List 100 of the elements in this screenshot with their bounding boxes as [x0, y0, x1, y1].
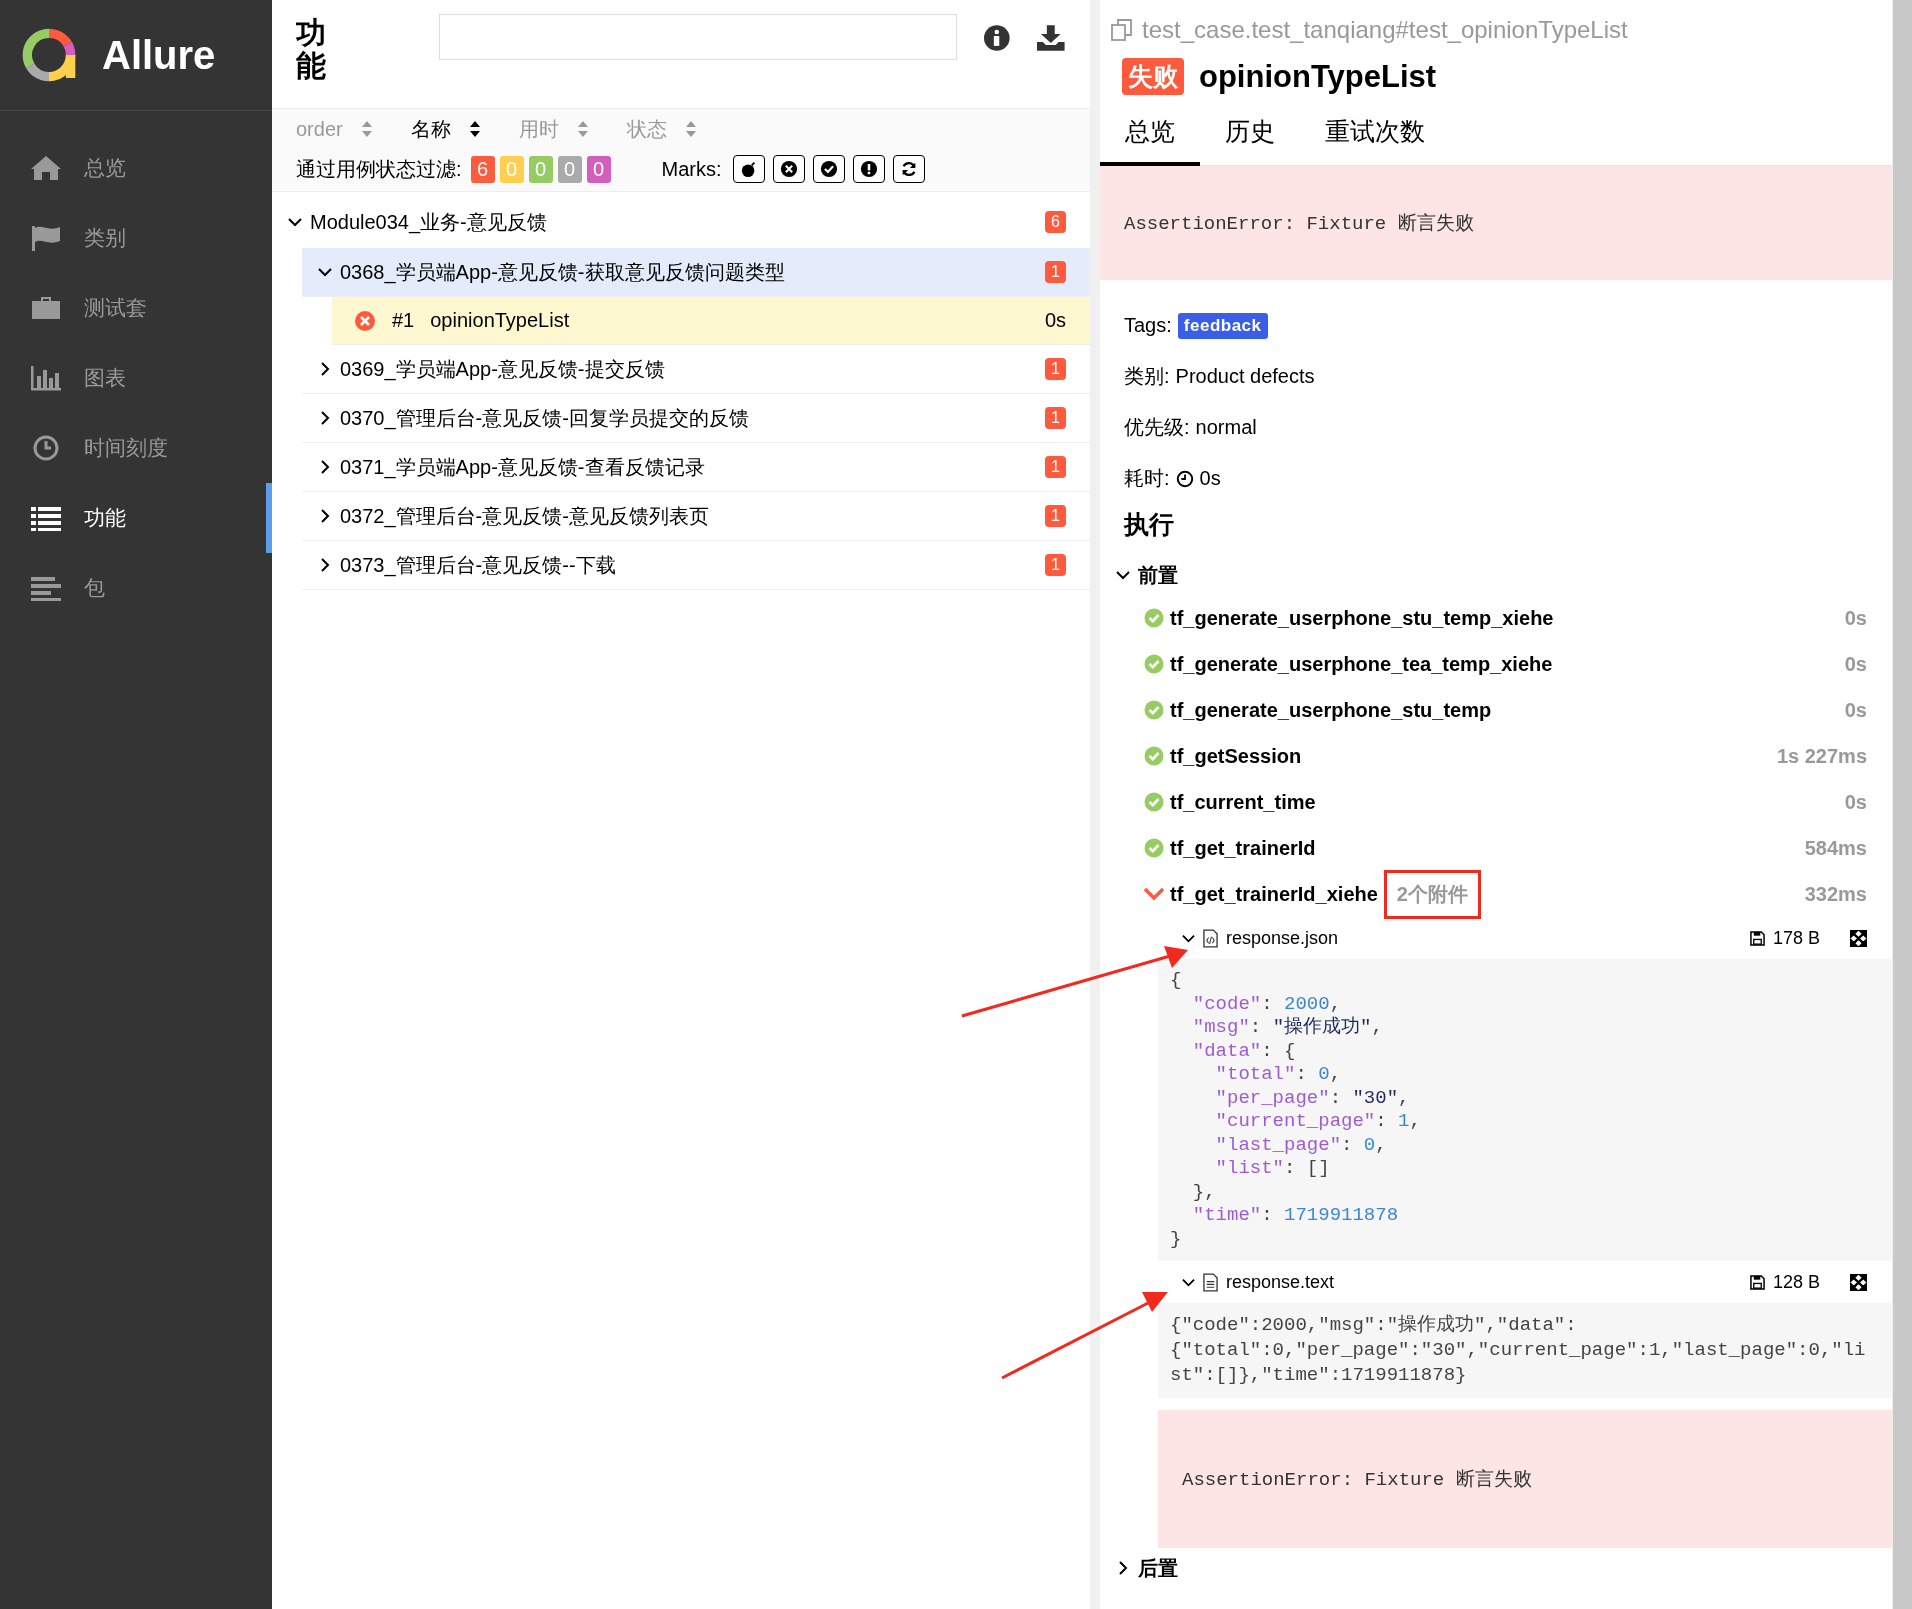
- copy-icon[interactable]: [1110, 18, 1134, 42]
- mark-filter-button[interactable]: [772, 155, 805, 183]
- save-icon[interactable]: [1749, 1274, 1765, 1290]
- test-duration: 0s: [1044, 309, 1066, 332]
- nav-item[interactable]: 时间刻度: [0, 413, 272, 483]
- step-row[interactable]: tf_getSession 1s 227ms: [1100, 733, 1892, 779]
- code-line: "time": 1719911878: [1191, 1204, 1400, 1228]
- section-heading: 执行: [1124, 509, 1175, 540]
- step-duration: 0s: [1844, 698, 1867, 722]
- tab[interactable]: 重试次数: [1300, 107, 1450, 166]
- info-icon[interactable]: [982, 24, 1011, 52]
- search-field[interactable]: [439, 14, 957, 60]
- home-icon: [30, 154, 62, 182]
- step-name: tf_current_time: [1170, 790, 1316, 814]
- nav-item[interactable]: 类别: [0, 203, 272, 273]
- tree-group-row[interactable]: 0370_管理后台-意见反馈-回复学员提交的反馈 1: [302, 394, 1090, 443]
- test-case-row[interactable]: #1 opinionTypeList 0s: [332, 297, 1090, 345]
- step-name: tf_generate_userphone_stu_temp: [1170, 698, 1492, 722]
- step-name: tf_get_trainerId: [1170, 836, 1316, 860]
- code-line: "code": 2000,: [1191, 992, 1343, 1016]
- nav-item[interactable]: 包: [0, 553, 272, 623]
- field-label: 优先级:: [1124, 415, 1190, 440]
- lines-icon: [30, 574, 62, 602]
- code-file-icon: [1203, 928, 1218, 948]
- nav-item[interactable]: 总览: [0, 133, 272, 203]
- step-row[interactable]: tf_generate_userphone_stu_temp_xiehe 0s: [1100, 595, 1892, 641]
- expand-icon[interactable]: [1850, 1273, 1867, 1291]
- count-badge: 1: [1045, 456, 1066, 478]
- count-badge: 1: [1045, 358, 1066, 380]
- code-line: "data": {: [1191, 1039, 1297, 1063]
- error-message: AssertionError: Fixture 断言失败: [1100, 166, 1892, 280]
- test-name: opinionTypeList: [430, 309, 571, 332]
- attachment-count: 2个附件: [1383, 869, 1481, 919]
- bar-chart-icon: [30, 364, 62, 392]
- step-row[interactable]: tf_generate_userphone_tea_temp_xiehe 0s: [1100, 641, 1892, 687]
- logo-text: Allure: [102, 32, 216, 78]
- tree-group-row[interactable]: 0369_学员端App-意见反馈-提交反馈 1: [302, 345, 1090, 394]
- mark-filter-button[interactable]: [852, 155, 885, 183]
- code-line: {: [1170, 969, 1183, 993]
- count-badge: 6: [1045, 211, 1066, 233]
- code-line: }: [1170, 1227, 1183, 1251]
- clock-icon: [1175, 469, 1194, 488]
- sort-header[interactable]: 名称: [410, 115, 481, 143]
- step-duration: 1s 227ms: [1776, 744, 1867, 768]
- step-name: tf_generate_userphone_tea_temp_xiehe: [1170, 652, 1553, 676]
- tab[interactable]: 历史: [1200, 107, 1300, 166]
- expand-icon[interactable]: [1850, 929, 1867, 947]
- text-file-icon: [1203, 1272, 1218, 1292]
- scrollbar[interactable]: [1892, 0, 1912, 1609]
- pane-title: 功能: [296, 16, 326, 82]
- attachment-row[interactable]: response.json 178 B: [1100, 917, 1892, 959]
- filter-label: 通过用例状态过滤:: [296, 156, 462, 182]
- test-full-name: test_case.test_tanqiang#test_opinionTypeList: [1142, 16, 1628, 44]
- nav-item[interactable]: 功能: [0, 483, 272, 553]
- stage-header[interactable]: 后置: [1100, 1548, 1892, 1588]
- check-circle-icon: [819, 160, 838, 178]
- mark-filter-button[interactable]: [892, 155, 925, 183]
- save-icon[interactable]: [1749, 930, 1765, 946]
- code-line: "total": 0,: [1214, 1063, 1343, 1087]
- download-icon[interactable]: [1036, 24, 1066, 52]
- mark-filter-button[interactable]: [812, 155, 845, 183]
- test-title: opinionTypeList: [1199, 58, 1437, 95]
- tree-group-row[interactable]: 0371_学员端App-意见反馈-查看反馈记录 1: [302, 443, 1090, 492]
- error-message: AssertionError: Fixture 断言失败: [1158, 1410, 1892, 1548]
- mark-filter-button[interactable]: [732, 155, 765, 183]
- count-badge: 1: [1045, 261, 1066, 283]
- code-line: "msg": "操作成功",: [1191, 1016, 1384, 1040]
- tree-group-row[interactable]: 0373_管理后台-意见反馈--下载 1: [302, 541, 1090, 590]
- step-row[interactable]: tf_current_time 0s: [1100, 779, 1892, 825]
- sort-icon: [684, 120, 697, 138]
- step-row[interactable]: tf_get_trainerId_xiehe 2个附件 332ms: [1100, 871, 1892, 917]
- nav-item[interactable]: 测试套: [0, 273, 272, 343]
- attachment-row[interactable]: response.text 128 B: [1100, 1261, 1892, 1303]
- step-duration: 0s: [1844, 790, 1867, 814]
- attachment-size: 128 B: [1772, 1271, 1820, 1293]
- tag-badge: feedback: [1177, 312, 1268, 339]
- sort-icon: [468, 120, 481, 138]
- step-row[interactable]: tf_generate_userphone_stu_temp 0s: [1100, 687, 1892, 733]
- step-duration: 0s: [1844, 652, 1867, 676]
- tree-group-row[interactable]: 0372_管理后台-意见反馈-意见反馈列表页 1: [302, 492, 1090, 541]
- exclamation-circle-icon: [859, 160, 878, 178]
- tags-label: Tags:: [1124, 314, 1172, 337]
- count-badge: 1: [1045, 407, 1066, 429]
- code-line: "per_page": "30",: [1214, 1086, 1411, 1110]
- stage-header[interactable]: 前置: [1100, 555, 1892, 595]
- briefcase-icon: [30, 294, 62, 322]
- bomb-icon: [739, 160, 758, 178]
- count-badge: 1: [1045, 505, 1066, 527]
- attachment-name: response.text: [1226, 1271, 1336, 1293]
- nav-item[interactable]: 图表: [0, 343, 272, 413]
- field-label: 耗时:: [1124, 466, 1170, 491]
- tree-group-row[interactable]: Module034_业务-意见反馈 6: [272, 196, 1090, 248]
- list-icon: [30, 504, 62, 532]
- flag-icon: [30, 224, 62, 252]
- tree-group-row[interactable]: 0368_学员端App-意见反馈-获取意见反馈问题类型 1: [302, 248, 1090, 297]
- step-duration: 0s: [1844, 606, 1867, 630]
- attachment-text: {"code":2000,"msg":"操作成功","data":{"total":0,"per_page":"30","current_page":1,"last_page":0,"list":[]},"time":1719911878}: [1158, 1303, 1892, 1398]
- step-row[interactable]: tf_get_trainerId 584ms: [1100, 825, 1892, 871]
- status-badge: 失败: [1122, 58, 1184, 95]
- code-line: "last_page": 0,: [1214, 1133, 1388, 1157]
